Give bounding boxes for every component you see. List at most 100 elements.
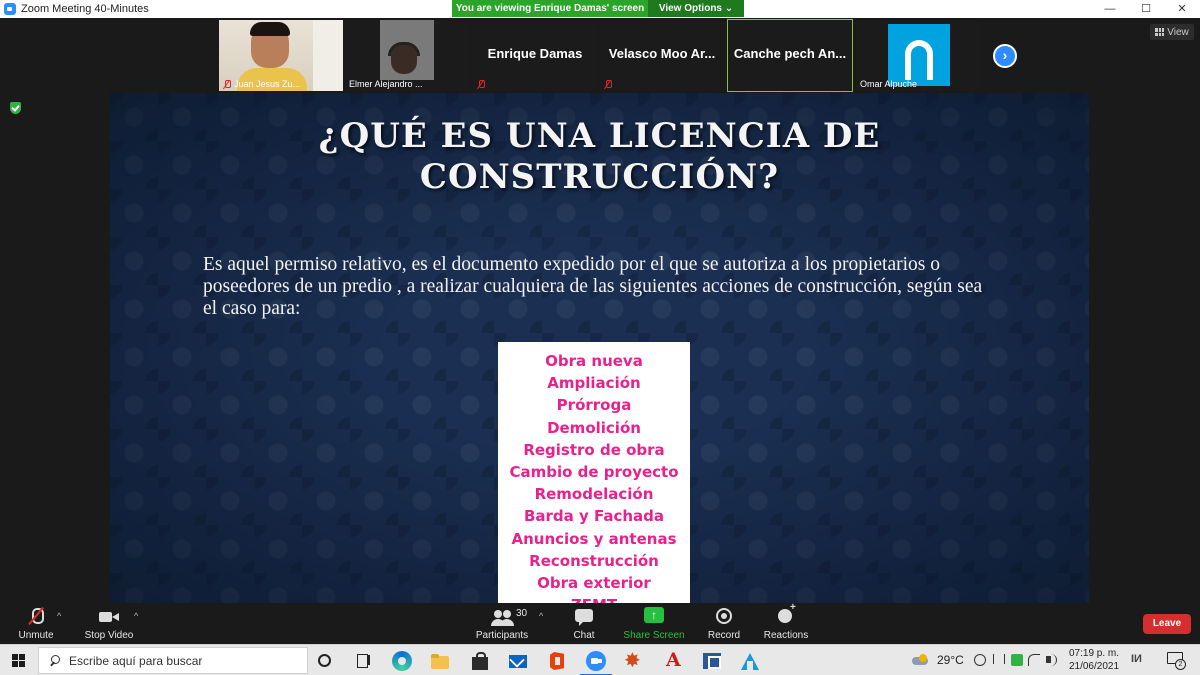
view-button-label: View — [1167, 26, 1189, 38]
taskbar-clock[interactable]: 07:19 p. m. 21/06/2021 — [1064, 647, 1124, 673]
share-screen-icon — [644, 607, 664, 627]
wifi-icon[interactable] — [1028, 654, 1040, 666]
minimize-button[interactable]: — — [1092, 0, 1128, 18]
participant-name: Elmer Alejandro ... — [349, 79, 423, 89]
taskbar-search-box[interactable] — [38, 647, 308, 674]
slide-title-line: CONSTRUCCIÓN? — [419, 157, 780, 197]
shield-icon[interactable] — [10, 102, 21, 114]
participant-name-tag: Juan Jesus Zu... — [223, 79, 300, 89]
list-item: Remodelación — [534, 485, 654, 504]
mic-muted-icon — [604, 80, 612, 89]
participant-name: Velasco Moo Ar... — [608, 46, 716, 61]
slide-title-line: ¿QUÉ ES UNA LICENCIA DE — [318, 116, 881, 156]
list-item: Registro de obra — [523, 440, 665, 459]
record-label: Record — [707, 630, 741, 641]
share-screen-button[interactable]: Share Screen — [623, 607, 685, 641]
battery-icon[interactable] — [993, 654, 1005, 664]
list-item: Demolición — [547, 418, 641, 437]
zoom-app-icon — [4, 3, 16, 15]
autodesk-app-icon[interactable] — [740, 651, 760, 671]
edge-browser-icon[interactable] — [392, 651, 412, 671]
video-camera-icon — [98, 607, 120, 627]
mic-muted-icon — [477, 80, 485, 89]
microsoft-store-icon[interactable] — [470, 651, 490, 671]
stop-video-button[interactable]: Stop Video — [82, 607, 136, 641]
weather-cloud-sun-icon[interactable] — [912, 654, 930, 665]
mail-app-icon[interactable] — [508, 651, 528, 671]
chat-button[interactable]: Chat — [569, 607, 599, 641]
list-item: Barda y Fachada — [523, 507, 665, 526]
paint-app-icon[interactable] — [624, 648, 644, 673]
participant-tile[interactable]: Enrique Damas — [473, 20, 597, 91]
participant-name: Canche pech An... — [733, 46, 847, 61]
participants-label: Participants — [475, 630, 529, 641]
list-item: Anuncios y antenas — [511, 529, 677, 548]
zoom-taskbar-icon[interactable] — [586, 651, 606, 671]
window-title: Zoom Meeting 40-Minutes — [21, 3, 149, 15]
volume-icon[interactable] — [1046, 654, 1058, 666]
tray-app-icon[interactable]: IИ — [1131, 653, 1149, 667]
record-button[interactable]: Record — [705, 607, 743, 641]
unmute-button[interactable]: Unmute — [14, 607, 58, 641]
file-explorer-icon[interactable] — [430, 651, 450, 671]
participant-tile[interactable]: Elmer Alejandro ... — [345, 20, 469, 91]
security-tray-icon[interactable] — [1011, 654, 1023, 666]
clock-time: 07:19 p. m. — [1068, 648, 1120, 659]
maximize-button[interactable]: ☐ — [1128, 0, 1164, 18]
participant-tile[interactable]: Velasco Moo Ar... — [600, 20, 724, 91]
screen-share-banner: You are viewing Enrique Damas' screen — [452, 0, 648, 17]
audio-options-caret[interactable]: ^ — [57, 611, 61, 621]
license-types-card: Obra nueva Ampliación Prórroga Demolició… — [498, 342, 690, 603]
participant-name-tag: Elmer Alejandro ... — [349, 79, 423, 89]
gallery-view-button[interactable]: View — [1150, 24, 1194, 40]
muted-microphone-icon — [28, 607, 44, 627]
word-app-icon[interactable] — [702, 651, 722, 671]
participant-profile-picture — [888, 24, 950, 86]
slide-title: ¿QUÉ ES UNA LICENCIA DE CONSTRUCCIÓN? — [110, 116, 1089, 198]
share-screen-label: Share Screen — [623, 630, 685, 641]
meet-now-icon[interactable] — [974, 654, 986, 666]
mic-muted-icon — [223, 79, 231, 89]
participant-name: Enrique Damas — [487, 46, 583, 61]
reactions-button[interactable]: Reactions — [763, 602, 809, 641]
task-view-icon[interactable] — [354, 651, 374, 671]
shared-screen: ¿QUÉ ES UNA LICENCIA DE CONSTRUCCIÓN? Es… — [110, 93, 1089, 603]
windows-start-icon[interactable] — [12, 654, 25, 667]
clock-date: 21/06/2021 — [1068, 661, 1120, 672]
list-item: Reconstrucción — [529, 551, 659, 570]
record-icon — [715, 607, 733, 627]
stop-video-label: Stop Video — [84, 630, 134, 641]
close-button[interactable]: ✕ — [1164, 0, 1200, 18]
participants-icon — [490, 607, 514, 627]
weather-temperature[interactable]: 29°C — [937, 653, 964, 667]
next-page-button[interactable]: › — [993, 44, 1017, 68]
windows-taskbar: 29°C 07:19 p. m. 21/06/2021 IИ 2 — [0, 644, 1200, 675]
meeting-controls-toolbar: Unmute ^ Stop Video ^ Participants ^ Cha… — [0, 602, 1200, 644]
participant-name: Omar Alpuche — [860, 79, 918, 89]
window-controls: — ☐ ✕ — [1092, 0, 1200, 18]
participants-options-caret[interactable]: ^ — [539, 611, 543, 621]
participant-tile[interactable]: Juan Jesus Zu... — [219, 20, 343, 91]
list-item: Ampliación — [547, 374, 641, 393]
participant-tile[interactable]: Omar Alpuche — [856, 20, 980, 91]
video-options-caret[interactable]: ^ — [134, 611, 138, 621]
grid-icon — [1155, 28, 1165, 36]
list-item: Obra nueva — [545, 352, 643, 370]
license-types-list: Obra nueva Ampliación Prórroga Demolició… — [498, 350, 690, 603]
unmute-label: Unmute — [18, 630, 54, 641]
office-app-icon[interactable] — [547, 651, 567, 671]
leave-meeting-button[interactable]: Leave — [1143, 614, 1191, 634]
search-icon — [49, 654, 61, 667]
participant-name-tag — [477, 80, 485, 89]
taskbar-search-input[interactable] — [69, 653, 299, 668]
zoom-meeting-window: Zoom Meeting 40-Minutes — ☐ ✕ You are vi… — [0, 0, 1200, 675]
cortana-icon[interactable] — [318, 654, 331, 667]
active-speaker-tile[interactable]: Canche pech An... — [727, 19, 853, 92]
acrobat-reader-icon[interactable] — [664, 649, 684, 671]
reactions-label: Reactions — [763, 630, 809, 641]
reaction-smiley-icon — [776, 602, 796, 627]
participant-name: Juan Jesus Zu... — [234, 79, 301, 89]
view-options-button[interactable]: View Options ⌄ — [648, 0, 744, 17]
chat-bubble-icon — [575, 607, 593, 627]
participant-name-tag: Omar Alpuche — [860, 79, 917, 89]
